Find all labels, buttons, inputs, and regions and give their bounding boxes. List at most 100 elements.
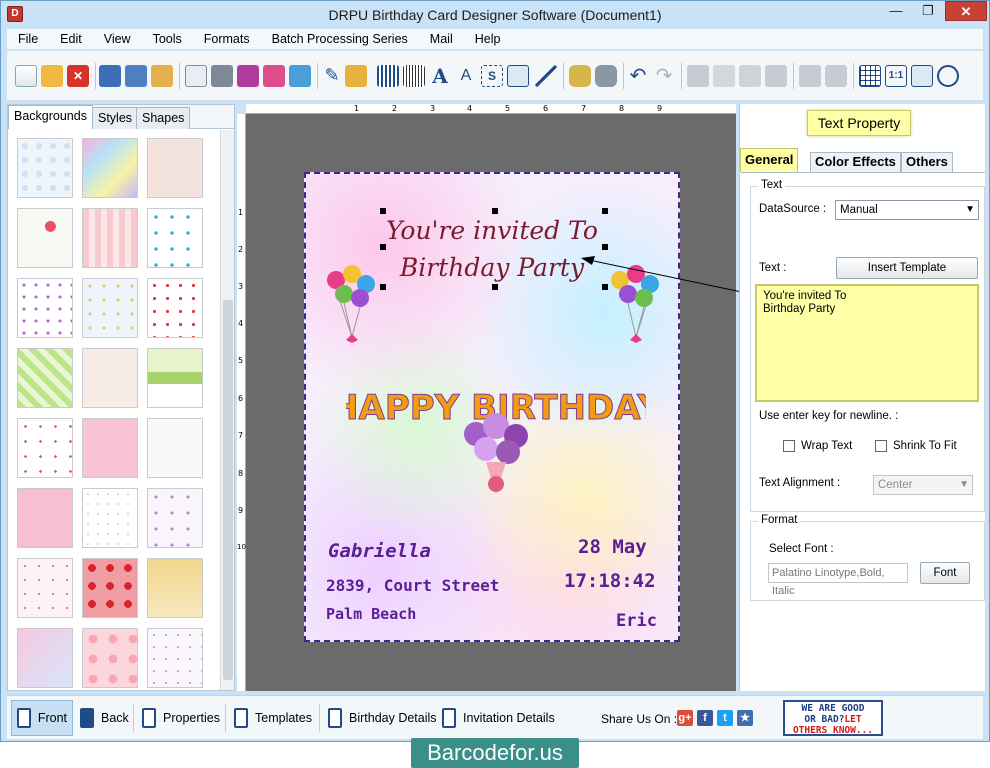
background-thumbnail[interactable]: [82, 558, 138, 618]
save-as-icon[interactable]: [125, 65, 147, 87]
background-thumbnail[interactable]: [82, 138, 138, 198]
redo-icon[interactable]: ↷: [653, 65, 675, 87]
word-art-icon[interactable]: A: [455, 65, 477, 87]
background-thumbnail[interactable]: [82, 628, 138, 688]
selection-handle[interactable]: [602, 208, 608, 214]
gift-card-icon[interactable]: [263, 65, 285, 87]
menu-file[interactable]: File: [7, 32, 49, 46]
background-thumbnail[interactable]: [147, 418, 203, 478]
templates-button[interactable]: Templates: [229, 700, 317, 736]
address-city[interactable]: Palm Beach: [326, 605, 416, 623]
background-thumbnail[interactable]: [147, 208, 203, 268]
event-date[interactable]: 28 May: [578, 536, 647, 558]
background-thumbnail[interactable]: [82, 348, 138, 408]
front-button[interactable]: Front: [11, 700, 73, 736]
close-document-icon[interactable]: ✕: [67, 65, 89, 87]
menu-mail[interactable]: Mail: [419, 32, 464, 46]
copy-icon[interactable]: [713, 65, 735, 87]
tab-styles[interactable]: Styles: [92, 107, 139, 129]
menu-help[interactable]: Help: [464, 32, 512, 46]
background-thumbnail[interactable]: [147, 348, 203, 408]
background-thumbnail[interactable]: [147, 278, 203, 338]
selection-handle[interactable]: [380, 208, 386, 214]
background-thumbnail[interactable]: [147, 628, 203, 688]
invitation-details-button[interactable]: Invitation Details: [437, 700, 560, 736]
insert-template-button[interactable]: Insert Template: [836, 257, 978, 279]
facebook-icon[interactable]: f: [697, 710, 713, 726]
background-thumbnail[interactable]: [17, 278, 73, 338]
signature-icon[interactable]: S: [481, 65, 503, 87]
shrink-to-fit-option[interactable]: Shrink To Fit: [875, 440, 957, 452]
tab-color-effects[interactable]: Color Effects: [810, 152, 901, 172]
font-button[interactable]: Font: [920, 562, 970, 584]
card-title-line1[interactable]: You're invited To: [306, 212, 678, 250]
paste-icon[interactable]: [739, 65, 761, 87]
background-thumbnail[interactable]: [82, 418, 138, 478]
font-name-field[interactable]: Palatino Linotype,Bold, Italic: [768, 563, 908, 597]
database-settings-icon[interactable]: [595, 65, 617, 87]
scrollbar-thumb[interactable]: [223, 300, 233, 680]
fit-to-window-icon[interactable]: [911, 65, 933, 87]
back-button[interactable]: Back: [75, 700, 134, 736]
batch-print-icon[interactable]: [237, 65, 259, 87]
menu-formats[interactable]: Formats: [193, 32, 261, 46]
line-icon[interactable]: [535, 65, 557, 87]
open-folder-icon[interactable]: [41, 65, 63, 87]
background-thumbnail[interactable]: [17, 558, 73, 618]
selection-handle[interactable]: [492, 208, 498, 214]
zoom-icon[interactable]: [937, 65, 959, 87]
selection-handle[interactable]: [380, 244, 386, 250]
tab-others[interactable]: Others: [901, 152, 953, 172]
background-thumbnail[interactable]: [17, 418, 73, 478]
undo-icon[interactable]: ↶: [627, 65, 649, 87]
linear-barcode-icon[interactable]: [403, 65, 425, 87]
database-icon[interactable]: [569, 65, 591, 87]
background-thumbnail[interactable]: [17, 628, 73, 688]
email-icon[interactable]: [507, 65, 529, 87]
cut-icon[interactable]: [687, 65, 709, 87]
barcode-icon[interactable]: [377, 65, 399, 87]
recipient-name[interactable]: Gabriella: [328, 540, 431, 562]
delete-icon[interactable]: [765, 65, 787, 87]
google-plus-icon[interactable]: g+: [677, 710, 693, 726]
print-preview-icon[interactable]: [185, 65, 207, 87]
actual-size-icon[interactable]: 1:1: [885, 65, 907, 87]
share-icon[interactable]: ★: [737, 710, 753, 726]
thumbnail-scrollbar[interactable]: [220, 130, 234, 690]
background-thumbnail[interactable]: [17, 138, 73, 198]
background-thumbnail[interactable]: [82, 208, 138, 268]
grid-icon[interactable]: [859, 65, 881, 87]
menu-tools[interactable]: Tools: [142, 32, 193, 46]
shrink-to-fit-checkbox[interactable]: [875, 440, 887, 452]
send-backward-icon[interactable]: [825, 65, 847, 87]
event-time[interactable]: 17:18:42: [564, 570, 656, 592]
wrap-text-checkbox[interactable]: [783, 440, 795, 452]
image-export-icon[interactable]: [289, 65, 311, 87]
print-icon[interactable]: [211, 65, 233, 87]
background-thumbnail[interactable]: [82, 278, 138, 338]
wrap-text-option[interactable]: Wrap Text: [783, 440, 852, 452]
twitter-icon[interactable]: t: [717, 710, 733, 726]
background-thumbnail[interactable]: [147, 138, 203, 198]
maximize-button[interactable]: ❐: [913, 1, 943, 21]
birthday-card[interactable]: You're invited To Birthday Party HAPPY B…: [304, 172, 680, 642]
birthday-details-button[interactable]: Birthday Details: [323, 700, 442, 736]
selection-handle[interactable]: [602, 244, 608, 250]
background-thumbnail[interactable]: [82, 488, 138, 548]
design-canvas[interactable]: You're invited To Birthday Party HAPPY B…: [246, 114, 736, 691]
background-thumbnail[interactable]: [147, 488, 203, 548]
background-thumbnail[interactable]: [17, 348, 73, 408]
datasource-select[interactable]: Manual ▼: [835, 200, 979, 220]
menu-view[interactable]: View: [93, 32, 142, 46]
flower-bouquet-image[interactable]: [446, 404, 546, 504]
selection-handle[interactable]: [492, 284, 498, 290]
close-window-button[interactable]: ✕: [945, 1, 987, 21]
background-thumbnail[interactable]: [17, 488, 73, 548]
new-document-icon[interactable]: [15, 65, 37, 87]
menu-batch-processing[interactable]: Batch Processing Series: [261, 32, 419, 46]
pencil-icon[interactable]: ✎: [321, 65, 343, 87]
text-icon[interactable]: A: [429, 65, 451, 87]
picture-icon[interactable]: [345, 65, 367, 87]
bring-forward-icon[interactable]: [799, 65, 821, 87]
background-thumbnail[interactable]: [147, 558, 203, 618]
